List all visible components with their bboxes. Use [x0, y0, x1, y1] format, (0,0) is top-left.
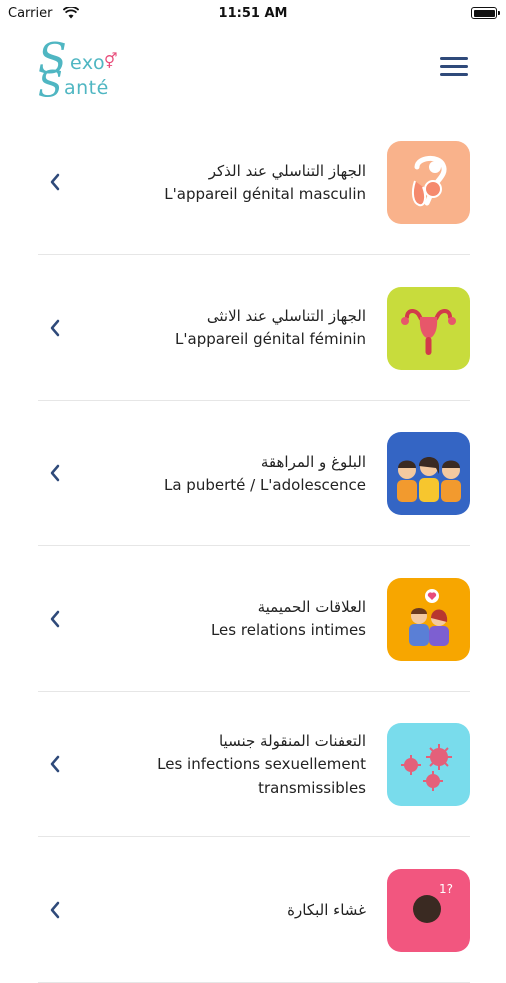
category-title-fr: L'appareil génital féminin: [175, 330, 366, 348]
app-logo: S exo ⚥ S anté: [34, 38, 124, 104]
gender-symbol-icon: ⚥: [104, 52, 118, 70]
category-texts: التعفنات المنقولة جنسيا Les infections s…: [66, 692, 366, 837]
category-title-fr: Les infections sexuellement: [157, 754, 366, 773]
category-title-ar: التعفنات المنقولة جنسيا: [218, 731, 366, 750]
category-title-ar: الجهاز التناسلي عند الانثى: [206, 307, 366, 325]
female-reproductive-icon: [387, 286, 470, 370]
category-item[interactable]: البلوغ و المراهقة La puberté / L'adolesc…: [38, 401, 470, 546]
category-title-ar: العلاقات الحميمية: [257, 598, 366, 616]
logo-word-2: anté: [64, 77, 109, 99]
category-title-fr: Les relations intimes: [210, 621, 366, 639]
category-title-ar: غشاء البكارة: [287, 901, 366, 919]
couple-icon: [387, 577, 470, 661]
category-item[interactable]: الجهاز التناسلي عند الانثى L'appareil gé…: [38, 256, 470, 401]
category-title-fr: L'appareil génital masculin: [164, 184, 366, 203]
chevron-left-icon[interactable]: [48, 900, 62, 920]
svg-text:1?: 1?: [439, 882, 453, 896]
hamburger-menu-icon[interactable]: [440, 56, 468, 78]
logo-letter-s2: S: [38, 65, 63, 106]
chevron-left-icon[interactable]: [48, 318, 62, 338]
category-texts: الجهاز التناسلي عند الانثى L'appareil gé…: [66, 256, 366, 401]
chevron-left-icon[interactable]: [48, 609, 62, 629]
category-texts: العلاقات الحميمية Les relations intimes: [66, 547, 366, 692]
logo-word-1: exo: [70, 52, 106, 74]
chevron-left-icon[interactable]: [48, 754, 62, 774]
category-title-fr: transmissibles: [258, 778, 366, 797]
chevron-left-icon[interactable]: [48, 172, 62, 192]
category-item[interactable]: غشاء البكارة 1?: [38, 838, 470, 983]
status-bar: Carrier 11:51 AM: [0, 0, 506, 28]
category-title-fr: La puberté / L'adolescence: [163, 475, 366, 494]
battery-icon: [471, 7, 500, 19]
category-texts: غشاء البكارة: [66, 838, 366, 983]
category-item[interactable]: العلاقات الحميمية Les relations intimes: [38, 547, 470, 692]
category-texts: الجهاز التناسلي عند الذكر L'appareil gén…: [66, 110, 366, 255]
category-item[interactable]: التعفنات المنقولة جنسيا Les infections s…: [38, 692, 470, 837]
male-reproductive-icon: [387, 141, 470, 224]
hymen-question-icon: 1?: [387, 868, 470, 952]
category-title-ar: البلوغ و المراهقة: [260, 452, 366, 471]
teenagers-icon: [387, 432, 470, 515]
chevron-left-icon[interactable]: [48, 463, 62, 483]
virus-icon: [387, 723, 470, 806]
divider: [38, 981, 470, 983]
category-texts: البلوغ و المراهقة La puberté / L'adolesc…: [66, 401, 366, 546]
status-time: 11:51 AM: [218, 6, 288, 21]
category-item[interactable]: الجهاز التناسلي عند الذكر L'appareil gén…: [38, 110, 470, 255]
category-title-ar: الجهاز التناسلي عند الذكر: [208, 161, 366, 180]
